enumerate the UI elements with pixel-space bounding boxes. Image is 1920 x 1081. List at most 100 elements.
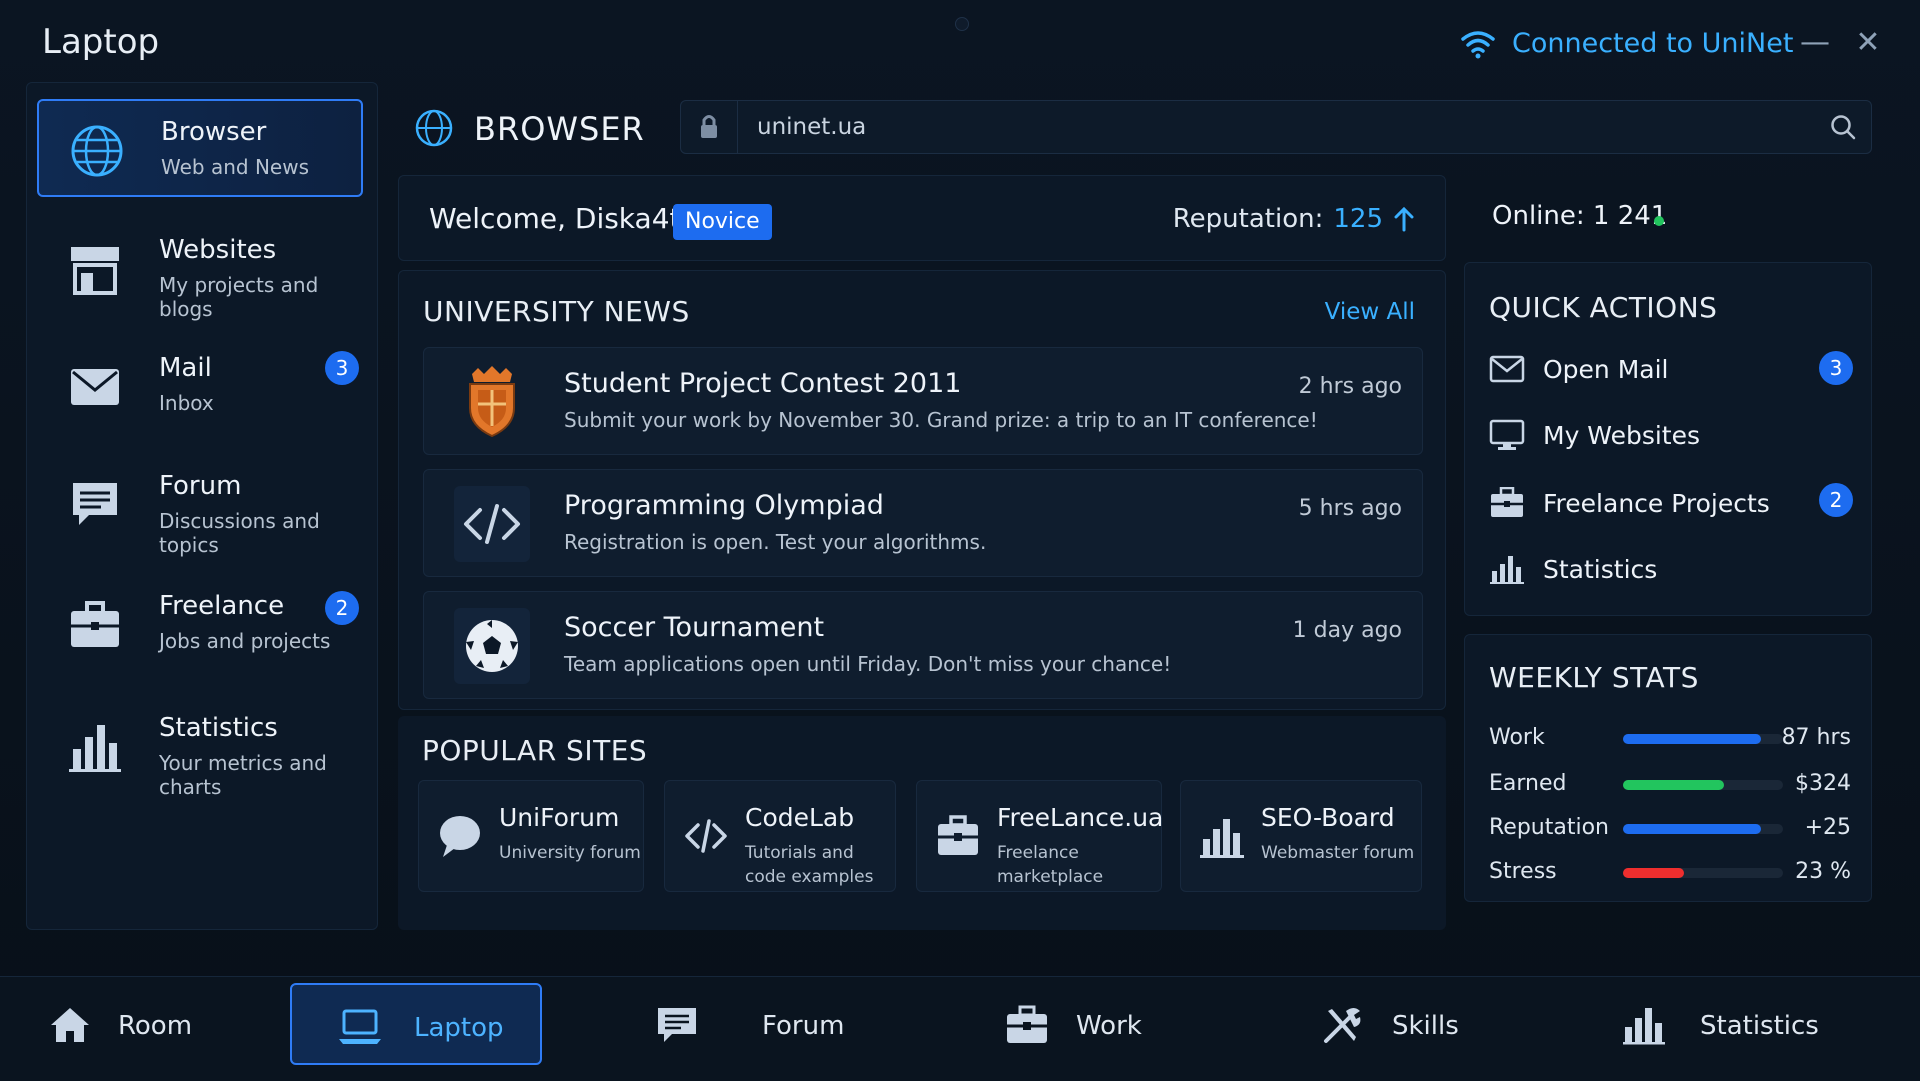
nav-label: Work xyxy=(1076,1011,1142,1041)
nav-forum[interactable]: Forum xyxy=(650,983,850,1065)
sidebar-item-subtitle: Jobs and projects xyxy=(159,629,331,653)
sidebar-item-subtitle: My projects and blogs xyxy=(159,273,319,321)
search-icon[interactable] xyxy=(1829,113,1857,141)
quick-action-label: Freelance Projects xyxy=(1543,489,1770,518)
news-item-title: Student Project Contest 2011 xyxy=(564,368,962,399)
quick-action-label: Statistics xyxy=(1543,555,1658,584)
site-card-codelab[interactable]: CodeLab Tutorials and code examples xyxy=(664,780,896,892)
stat-bar-track xyxy=(1623,734,1783,744)
site-desc: Freelance marketplace xyxy=(997,843,1104,887)
browser-header: BROWSER uninet.ua xyxy=(398,98,1872,162)
news-item[interactable]: Soccer Tournament Team applications open… xyxy=(423,591,1423,699)
bar-chart-icon xyxy=(1623,1008,1665,1045)
news-item-title: Programming Olympiad xyxy=(564,490,884,521)
close-button[interactable]: ✕ xyxy=(1851,26,1885,60)
reputation-value: 125 xyxy=(1333,204,1383,234)
sidebar-item-subtitle: Inbox xyxy=(159,391,214,415)
stat-bar-track xyxy=(1623,824,1783,834)
browser-title: BROWSER xyxy=(474,110,645,148)
stat-label: Earned xyxy=(1489,771,1567,796)
nav-statistics[interactable]: Statistics xyxy=(1620,983,1860,1065)
stat-bar-track xyxy=(1623,868,1783,878)
quick-action-open-mail[interactable]: Open Mail 3 xyxy=(1489,347,1853,391)
quick-action-freelance-projects[interactable]: Freelance Projects 2 xyxy=(1489,481,1853,525)
news-title: UNIVERSITY NEWS xyxy=(423,295,690,328)
news-item-desc: Submit your work by November 30. Grand p… xyxy=(564,408,1318,432)
news-item[interactable]: Student Project Contest 2011 Submit your… xyxy=(423,347,1423,455)
university-news: UNIVERSITY NEWS View All Student Project… xyxy=(398,270,1446,710)
wifi-icon xyxy=(1461,30,1495,58)
sidebar-item-statistics[interactable]: Statistics Your metrics and charts xyxy=(37,697,363,799)
stat-value: $324 xyxy=(1795,771,1851,796)
home-icon xyxy=(51,1008,89,1042)
quick-action-statistics[interactable]: Statistics xyxy=(1489,547,1849,591)
arrow-up-icon xyxy=(1394,206,1414,232)
quick-action-my-websites[interactable]: My Websites xyxy=(1489,413,1849,457)
nav-label: Room xyxy=(118,1011,193,1041)
bar-chart-icon xyxy=(1200,819,1244,858)
quick-action-label: Open Mail xyxy=(1543,355,1669,384)
stat-label: Stress xyxy=(1489,859,1557,884)
nav-label: Laptop xyxy=(414,1013,504,1043)
stat-row: Earned $324 xyxy=(1489,767,1851,803)
globe-icon xyxy=(415,109,453,147)
stat-label: Reputation xyxy=(1489,815,1609,840)
sidebar-item-mail[interactable]: Mail Inbox 3 xyxy=(37,337,363,435)
site-name: SEO-Board xyxy=(1261,803,1395,832)
news-item-time: 2 hrs ago xyxy=(1298,374,1402,399)
sidebar-item-freelance[interactable]: Freelance Jobs and projects 2 xyxy=(37,575,363,673)
view-all-link[interactable]: View All xyxy=(1325,299,1415,325)
code-icon xyxy=(685,819,727,853)
stat-value: 87 hrs xyxy=(1781,725,1851,750)
sidebar: Browser Web and News Websites My project… xyxy=(26,82,378,930)
network-status[interactable]: Connected to UniNet xyxy=(1460,28,1793,59)
news-item[interactable]: Programming Olympiad Registration is ope… xyxy=(423,469,1423,577)
lock-icon xyxy=(681,101,738,153)
monitor-icon xyxy=(1489,419,1525,450)
sidebar-item-forum[interactable]: Forum Discussions and topics xyxy=(37,455,363,557)
site-name: UniForum xyxy=(499,803,620,832)
stat-bar-fill xyxy=(1623,868,1684,878)
nav-label: Statistics xyxy=(1700,1011,1819,1041)
news-item-title: Soccer Tournament xyxy=(564,612,825,643)
envelope-icon xyxy=(71,369,119,405)
sidebar-item-title: Websites xyxy=(159,235,277,265)
site-card-freelance[interactable]: FreeLance.ua Freelance marketplace xyxy=(916,780,1164,892)
soccer-ball-icon xyxy=(454,608,530,684)
speech-bubble-icon xyxy=(440,816,480,857)
sidebar-item-websites[interactable]: Websites My projects and blogs xyxy=(37,219,363,321)
site-name: FreeLance.ua xyxy=(997,803,1164,832)
nav-skills[interactable]: Skills xyxy=(1320,983,1520,1065)
site-desc: Webmaster forum xyxy=(1261,843,1415,863)
sidebar-item-title: Freelance xyxy=(159,591,285,621)
nav-laptop[interactable]: Laptop xyxy=(290,983,542,1065)
sidebar-item-title: Browser xyxy=(161,117,267,147)
chat-icon xyxy=(73,483,117,525)
nav-label: Forum xyxy=(762,1011,845,1041)
briefcase-icon xyxy=(938,815,978,855)
freelance-projects-badge: 2 xyxy=(1819,483,1853,517)
stat-row: Work 87 hrs xyxy=(1489,721,1851,757)
sidebar-item-title: Statistics xyxy=(159,713,278,743)
site-card-seo-board[interactable]: SEO-Board Webmaster forum xyxy=(1180,780,1422,892)
nav-room[interactable]: Room xyxy=(40,983,240,1065)
sidebar-item-subtitle: Your metrics and charts xyxy=(159,751,327,799)
nav-work[interactable]: Work xyxy=(1000,983,1200,1065)
news-item-time: 1 day ago xyxy=(1292,618,1402,643)
laptop-icon xyxy=(339,1009,381,1044)
site-name: CodeLab xyxy=(745,803,855,832)
url-input[interactable]: uninet.ua xyxy=(757,114,866,140)
envelope-icon xyxy=(1489,355,1525,383)
news-item-desc: Team applications open until Friday. Don… xyxy=(564,652,1172,676)
site-card-uniforum[interactable]: UniForum University forum xyxy=(418,780,644,892)
reputation: Reputation: 125 xyxy=(1173,204,1415,234)
sites-title: POPULAR SITES xyxy=(422,734,648,767)
address-bar[interactable]: uninet.ua xyxy=(680,100,1872,154)
minimize-button[interactable]: — xyxy=(1798,26,1832,60)
sidebar-item-browser[interactable]: Browser Web and News xyxy=(37,99,363,197)
online-status-dot xyxy=(1654,216,1664,226)
stat-value: 23 % xyxy=(1795,859,1851,884)
site-desc: University forum xyxy=(499,843,641,863)
bottom-nav: Room Laptop Forum Work Skills Statistics xyxy=(0,976,1920,1081)
quick-actions-title: QUICK ACTIONS xyxy=(1489,291,1718,324)
